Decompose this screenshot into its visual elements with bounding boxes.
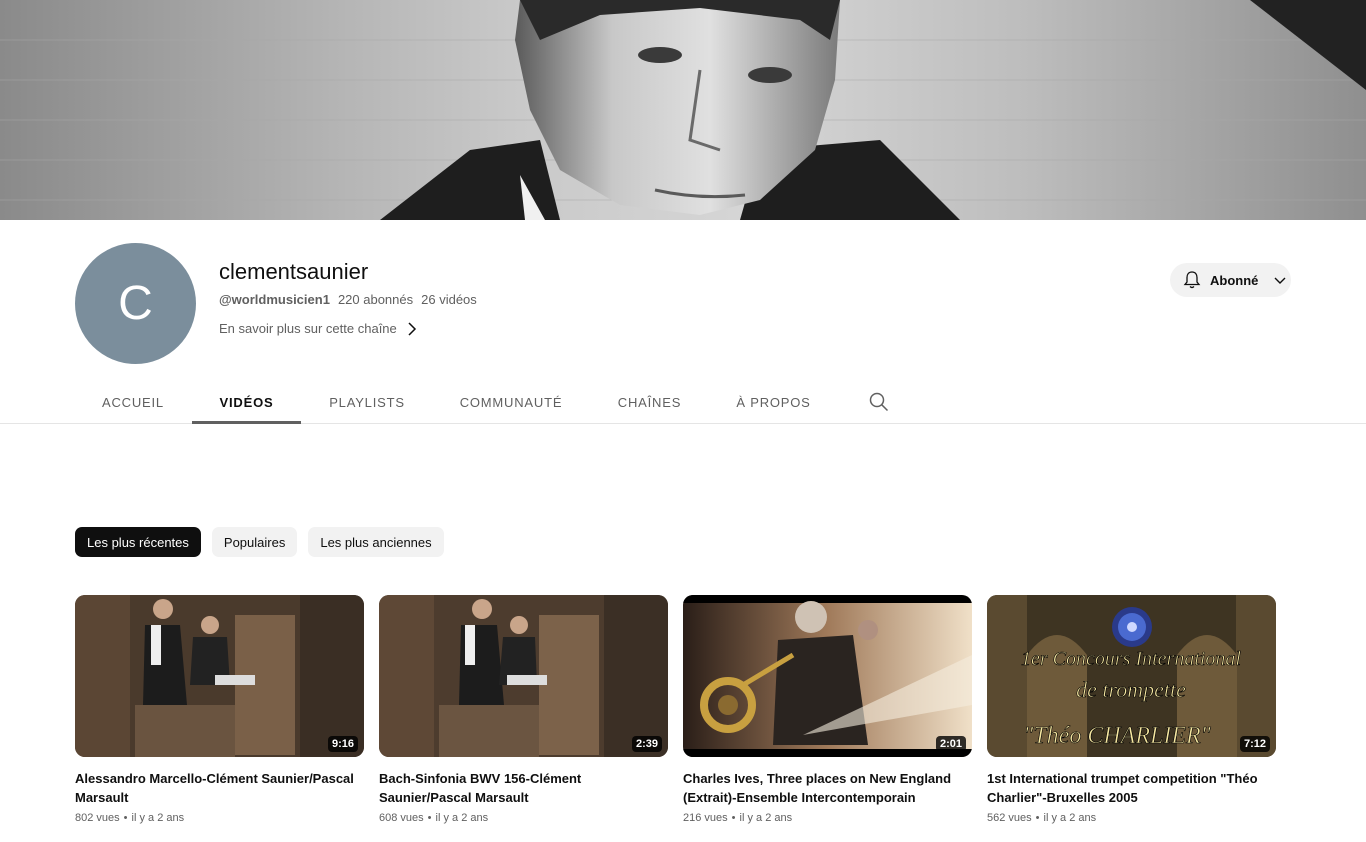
chip-oldest[interactable]: Les plus anciennes	[308, 527, 444, 557]
sort-chips: Les plus récentes Populaires Les plus an…	[75, 527, 444, 557]
video-card[interactable]: 1er Concours International de trompette …	[987, 595, 1276, 824]
chip-recent[interactable]: Les plus récentes	[75, 527, 201, 557]
video-age: il y a 2 ans	[131, 812, 185, 824]
tab-chaines[interactable]: CHAÎNES	[613, 380, 686, 424]
video-thumbnail[interactable]: 2:39	[379, 595, 668, 757]
tab-playlists[interactable]: PLAYLISTS	[325, 380, 409, 424]
video-duration: 7:12	[1239, 736, 1270, 752]
video-title[interactable]: 1st International trumpet competition "T…	[987, 769, 1267, 807]
channel-avatar[interactable]: C	[75, 243, 196, 364]
thumbnail-image	[75, 595, 364, 757]
video-views: 608 vues	[379, 812, 424, 824]
meta-separator: •	[427, 812, 432, 824]
about-link-label: En savoir plus sur cette chaîne	[219, 321, 397, 336]
thumbnail-image: 1er Concours International de trompette …	[987, 595, 1276, 757]
video-views: 562 vues	[987, 812, 1032, 824]
thumb-text-line-2: de trompette	[1076, 677, 1186, 702]
meta-separator: •	[1035, 812, 1040, 824]
chevron-right-icon	[408, 321, 416, 336]
video-duration: 2:01	[935, 736, 966, 752]
tab-accueil[interactable]: ACCUEIL	[99, 380, 167, 424]
video-age: il y a 2 ans	[435, 812, 489, 824]
video-meta: 608 vues • il y a 2 ans	[379, 812, 668, 824]
tab-communaute[interactable]: COMMUNAUTÉ	[457, 380, 565, 424]
video-duration: 9:16	[327, 736, 358, 752]
video-card[interactable]: 2:39 Bach-Sinfonia BWV 156-Clément Sauni…	[379, 595, 668, 824]
thumbnail-image	[379, 595, 668, 757]
video-card[interactable]: 2:01 Charles Ives, Three places on New E…	[683, 595, 972, 824]
video-meta: 216 vues • il y a 2 ans	[683, 812, 972, 824]
meta-separator: •	[123, 812, 128, 824]
search-icon[interactable]	[868, 391, 890, 413]
video-title[interactable]: Charles Ives, Three places on New Englan…	[683, 769, 963, 807]
channel-tabs: ACCUEIL VIDÉOS PLAYLISTS COMMUNAUTÉ CHAÎ…	[0, 380, 1366, 424]
chip-popular[interactable]: Populaires	[211, 527, 298, 557]
subscribed-label: Abonné	[1210, 272, 1259, 288]
video-age: il y a 2 ans	[739, 812, 793, 824]
channel-meta: @worldmusicien1 220 abonnés 26 vidéos	[219, 292, 477, 307]
bell-icon	[1183, 271, 1201, 289]
video-thumbnail[interactable]: 9:16	[75, 595, 364, 757]
video-age: il y a 2 ans	[1043, 812, 1097, 824]
about-channel-link[interactable]: En savoir plus sur cette chaîne	[219, 321, 417, 336]
meta-separator: •	[731, 812, 736, 824]
channel-handle: @worldmusicien1	[219, 292, 330, 307]
channel-banner	[0, 0, 1366, 220]
video-title[interactable]: Alessandro Marcello-Clément Saunier/Pasc…	[75, 769, 355, 807]
video-title[interactable]: Bach-Sinfonia BWV 156-Clément Saunier/Pa…	[379, 769, 659, 807]
video-card[interactable]: 9:16 Alessandro Marcello-Clément Saunier…	[75, 595, 364, 824]
avatar-letter: C	[118, 277, 153, 330]
tab-videos[interactable]: VIDÉOS	[192, 380, 301, 424]
thumb-text-line-3: "Théo CHARLIER"	[1023, 723, 1211, 749]
channel-header: C clementsaunier @worldmusicien1 220 abo…	[0, 220, 1366, 380]
banner-image	[0, 0, 1366, 220]
subscriber-count: 220 abonnés	[337, 292, 414, 307]
tab-a-propos[interactable]: À PROPOS	[733, 380, 814, 424]
video-duration: 2:39	[631, 736, 662, 752]
video-thumbnail[interactable]: 2:01	[683, 595, 972, 757]
video-views: 216 vues	[683, 812, 728, 824]
thumbnail-image	[683, 595, 972, 757]
video-meta: 802 vues • il y a 2 ans	[75, 812, 364, 824]
subscribed-button[interactable]: Abonné	[1170, 263, 1291, 297]
channel-name: clementsaunier	[219, 259, 369, 284]
video-views: 802 vues	[75, 812, 120, 824]
video-thumbnail[interactable]: 1er Concours International de trompette …	[987, 595, 1276, 757]
thumb-text-line-1: 1er Concours International	[1021, 648, 1241, 670]
video-count: 26 vidéos	[421, 292, 477, 307]
video-meta: 562 vues • il y a 2 ans	[987, 812, 1276, 824]
chevron-down-icon	[1274, 277, 1286, 284]
